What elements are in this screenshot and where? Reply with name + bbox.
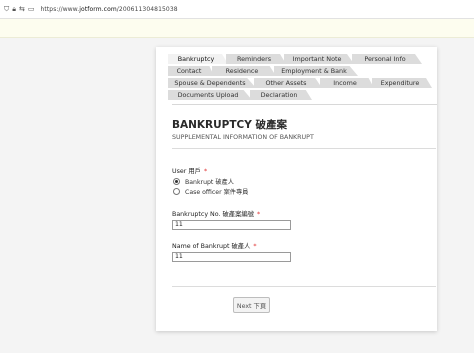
- address-bar-icons: ⛉ 🔒︎ ⇆ ▭: [4, 5, 35, 13]
- header-divider: [172, 148, 436, 149]
- required-mark: *: [257, 211, 261, 218]
- bankruptcy-no-label: Bankruptcy No. 破產案編號 *: [172, 211, 261, 218]
- browser-address-bar: ⛉ 🔒︎ ⇆ ▭ https://www.jotform.com/2006113…: [0, 0, 474, 19]
- footer-divider: [172, 286, 436, 287]
- form-card: Bankruptcy Reminders Important Note Pers…: [156, 47, 437, 331]
- name-of-bankrupt-label: Name of Bankrupt 破產人 *: [172, 243, 257, 250]
- notice-strip: [0, 19, 474, 38]
- url-prefix: https://www.: [40, 5, 80, 13]
- next-button[interactable]: Next 下頁: [233, 297, 270, 313]
- radio-button-case-officer[interactable]: [173, 188, 180, 195]
- required-mark: *: [203, 168, 208, 175]
- connection-icon[interactable]: ⇆: [19, 5, 25, 13]
- shield-icon[interactable]: ⛉: [4, 5, 9, 13]
- tabs-divider: [172, 104, 437, 105]
- lock-icon[interactable]: 🔒︎: [12, 5, 16, 13]
- tab-bankruptcy[interactable]: Bankruptcy: [168, 54, 228, 64]
- bankruptcy-no-input[interactable]: 11: [172, 220, 291, 230]
- radio-button-bankrupt[interactable]: [173, 178, 180, 185]
- tab-contact[interactable]: Contact: [168, 66, 214, 76]
- url-host: jotform.com: [79, 5, 117, 13]
- tab-expenditure[interactable]: Expenditure: [372, 78, 432, 88]
- tab-spouse-dependents[interactable]: Spouse & Dependents: [168, 78, 256, 88]
- radio-bankrupt[interactable]: Bankrupt 破產人: [173, 177, 234, 186]
- tab-reminders[interactable]: Reminders: [226, 54, 286, 64]
- page-subtitle: SUPPLEMENTAL INFORMATION OF BANKRUPT: [172, 134, 314, 141]
- page-title: BANKRUPTCY 破產案: [172, 119, 287, 131]
- tab-declaration[interactable]: Declaration: [250, 90, 312, 100]
- name-of-bankrupt-input[interactable]: 11: [172, 252, 291, 262]
- radio-label-case-officer: Case officer 案件專員: [185, 189, 249, 196]
- tab-personal-info[interactable]: Personal Info: [352, 54, 422, 64]
- tab-residence[interactable]: Residence: [212, 66, 276, 76]
- user-label: User 用戶 *: [172, 168, 208, 175]
- radio-label-bankrupt: Bankrupt 破產人: [185, 179, 234, 186]
- tab-other-assets[interactable]: Other Assets: [254, 78, 322, 88]
- tab-documents-upload[interactable]: Documents Upload: [168, 90, 252, 100]
- tab-employment-bank[interactable]: Employment & Bank: [274, 66, 358, 76]
- tab-icon[interactable]: ▭: [28, 5, 35, 13]
- tab-income[interactable]: Income: [320, 78, 374, 88]
- url-field[interactable]: https://www.jotform.com/200611304815038: [40, 6, 177, 13]
- radio-case-officer[interactable]: Case officer 案件專員: [173, 187, 248, 196]
- tab-important-note[interactable]: Important Note: [284, 54, 354, 64]
- url-path: /200611304815038: [116, 5, 178, 13]
- required-mark: *: [253, 243, 257, 250]
